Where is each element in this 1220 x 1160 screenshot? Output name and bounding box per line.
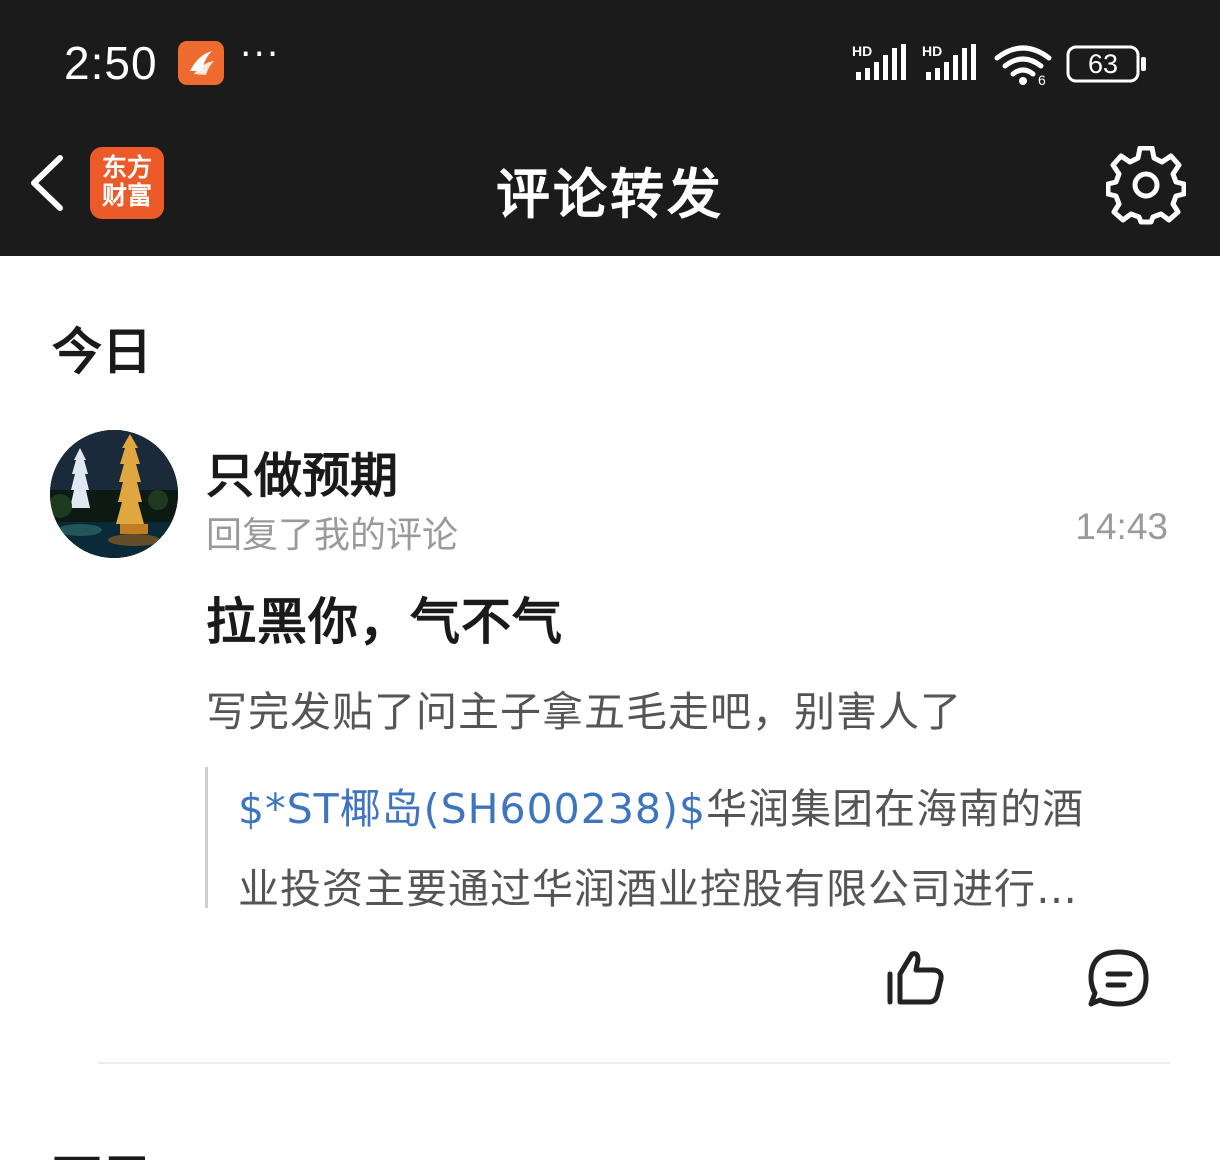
reply-text: 拉黑你，气不气	[206, 593, 563, 651]
section-title-earlier: 更早	[52, 1140, 152, 1160]
svg-text:HD: HD	[852, 43, 872, 59]
svg-text:6: 6	[1038, 72, 1046, 86]
cellular-signal-icon: HD	[852, 43, 906, 80]
notification-action: 回复了我的评论	[206, 515, 459, 556]
eastmoney-notification-icon	[178, 41, 224, 85]
comment-icon[interactable]	[1086, 946, 1152, 1012]
cellular-signal-icon: HD	[922, 43, 976, 80]
username[interactable]: 只做预期	[206, 436, 398, 506]
avatar[interactable]	[50, 430, 178, 558]
timestamp: 14:43	[1075, 506, 1168, 547]
thumbs-up-icon[interactable]	[884, 946, 950, 1012]
quoted-post-line: $*ST椰岛(SH600238)$华润集团在海南的酒	[238, 775, 1084, 835]
more-notifications-icon: ···	[240, 34, 281, 75]
divider	[98, 1062, 1170, 1064]
svg-text:HD: HD	[922, 43, 942, 59]
my-comment-text: 写完发贴了问主子拿五毛走吧，别害人了	[206, 688, 962, 736]
section-title-today: 今日	[52, 323, 152, 381]
status-time: 2:50	[64, 37, 158, 89]
quoted-post-line: 业投资主要通过华润酒业控股有限公司进行…	[238, 865, 1078, 913]
quoted-post-text: 华润集团在海南的酒	[706, 785, 1085, 833]
wifi-icon: 6	[994, 45, 1052, 86]
quoted-post[interactable]: $*ST椰岛(SH600238)$华润集团在海南的酒 业投资主要通过华润酒业控股…	[205, 767, 1165, 913]
page-title: 评论转发	[496, 163, 724, 226]
stock-link[interactable]: $*ST椰岛(SH600238)$	[238, 785, 706, 833]
gear-icon[interactable]	[1106, 146, 1186, 226]
battery-level: 63	[1087, 49, 1119, 79]
